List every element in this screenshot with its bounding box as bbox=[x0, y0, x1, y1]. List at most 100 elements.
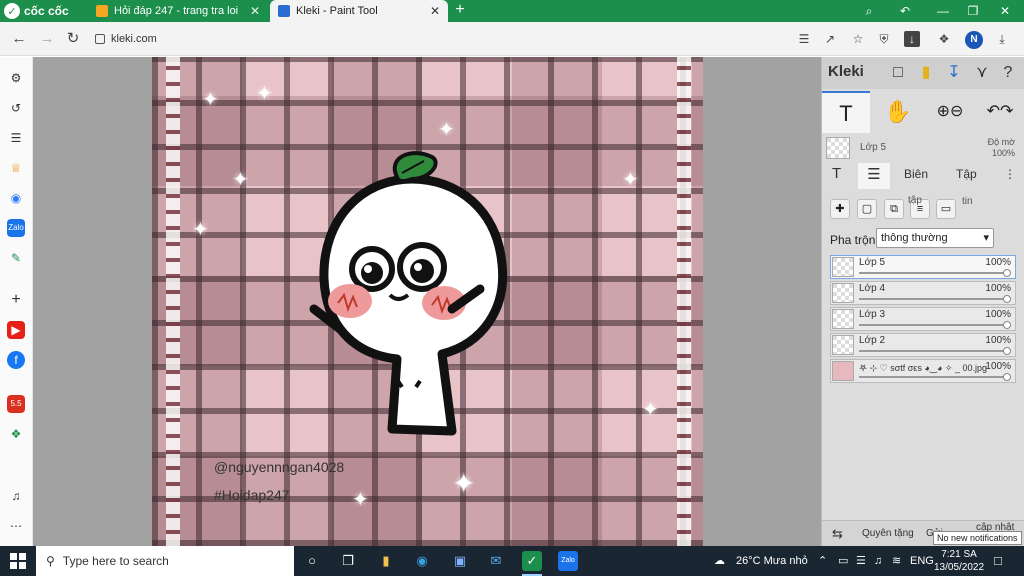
restore-button[interactable]: ❐ bbox=[964, 2, 982, 20]
tab-kleki[interactable]: Kleki - Paint Tool ✕ bbox=[270, 0, 448, 22]
close-icon[interactable]: ✕ bbox=[250, 4, 260, 18]
action-center-icon[interactable]: □ bbox=[994, 546, 1002, 576]
layers-stack-icon[interactable]: ☰ bbox=[858, 163, 890, 189]
taskbar-clock[interactable]: 7:21 SA 13/05/2022 bbox=[934, 548, 984, 574]
new-tab-button[interactable]: + bbox=[452, 1, 468, 19]
back-button[interactable]: ← bbox=[10, 30, 28, 48]
tab-edit[interactable]: Biên bbox=[904, 167, 928, 181]
notifications-bell-icon[interactable]: ♫ bbox=[7, 487, 25, 505]
tab-hoidap247[interactable]: Hỏi đáp 247 - trang tra loi ✕ bbox=[88, 0, 268, 22]
tab-file[interactable]: Tập bbox=[956, 167, 977, 181]
reading-list-icon[interactable]: ☰ bbox=[7, 129, 25, 147]
zoom-in-out-icon[interactable]: ⊕⊖ bbox=[926, 91, 974, 133]
windows-start-icon[interactable] bbox=[10, 553, 26, 569]
shopee-sale-icon[interactable]: 5.5 bbox=[7, 395, 25, 413]
cortana-circle-icon[interactable]: ○ bbox=[302, 551, 322, 571]
reload-button[interactable]: ↻ bbox=[64, 30, 82, 48]
tray-chevron-up-icon[interactable]: ⌃ bbox=[818, 546, 827, 576]
layer-row[interactable]: Lớp 2 100% bbox=[830, 333, 1016, 357]
slider-knob[interactable] bbox=[1003, 295, 1011, 303]
shield-icon[interactable]: ⛨ bbox=[876, 31, 892, 47]
layer-opacity-slider[interactable] bbox=[859, 298, 1005, 300]
coccoc-brand[interactable]: ✓ cốc cốc bbox=[4, 2, 69, 20]
delete-layer-button[interactable]: ▢ bbox=[857, 199, 877, 219]
slider-knob[interactable] bbox=[1003, 269, 1011, 277]
crown-icon[interactable]: ♕ bbox=[7, 159, 25, 177]
file-explorer-icon[interactable]: ▮ bbox=[376, 551, 396, 571]
messenger-icon[interactable]: ◉ bbox=[7, 189, 25, 207]
layer-row[interactable]: Lớp 3 100% bbox=[830, 307, 1016, 331]
extensions-icon[interactable]: ❖ bbox=[936, 31, 952, 47]
bookmark-star-icon[interactable]: ☆ bbox=[850, 31, 866, 47]
taskbar-search-field[interactable]: ⚲ Type here to search bbox=[36, 546, 294, 576]
edge-browser-icon[interactable]: ◉ bbox=[412, 551, 432, 571]
slider-knob[interactable] bbox=[1003, 373, 1011, 381]
address-field[interactable]: kleki.com bbox=[95, 28, 795, 50]
network-icon[interactable]: ☰ bbox=[856, 546, 866, 576]
layer-row[interactable]: Lớp 4 100% bbox=[830, 281, 1016, 305]
rename-layer-button[interactable]: ▭ bbox=[936, 199, 956, 219]
kleki-logo[interactable]: Kleki bbox=[828, 63, 864, 80]
slider-knob[interactable] bbox=[1003, 347, 1011, 355]
add-sidebar-app-icon[interactable]: + bbox=[7, 291, 25, 309]
battery-icon[interactable]: ▭ bbox=[838, 546, 848, 576]
coccoc-taskbar-icon[interactable]: ✓ bbox=[522, 551, 542, 576]
facebook-icon[interactable]: f bbox=[7, 351, 25, 369]
task-view-icon[interactable]: ❐ bbox=[338, 551, 358, 571]
download-icon[interactable]: ↓ bbox=[904, 31, 920, 47]
undo-redo-icon[interactable]: ↶↷ bbox=[976, 91, 1024, 133]
share-icon[interactable]: ↗ bbox=[822, 31, 838, 47]
url-text: kleki.com bbox=[111, 33, 157, 45]
minimize-button[interactable]: — bbox=[934, 2, 952, 20]
sparkle-icon: ✦ bbox=[452, 468, 476, 499]
tab-text-tool[interactable]: T bbox=[832, 165, 841, 182]
weather-text[interactable]: 26°C Mưa nhỏ bbox=[736, 546, 808, 576]
settings-gear-icon[interactable]: ⚙ bbox=[7, 69, 25, 87]
canvas-workspace[interactable]: ✦ ✦ ✦ ✦ ✦ ✦ ✦ ✦ ✦ @nguyennngan4028 #Hoid… bbox=[33, 57, 821, 546]
help-icon[interactable]: ? bbox=[998, 63, 1018, 83]
save-download-icon[interactable]: ↧ bbox=[944, 63, 964, 83]
share-icon[interactable]: ⋎ bbox=[972, 63, 992, 83]
store-icon[interactable]: ▣ bbox=[450, 551, 470, 571]
duplicate-layer-button[interactable]: ⧉ bbox=[884, 199, 904, 219]
history-icon[interactable]: ↺ bbox=[7, 99, 25, 117]
tab-title: Kleki - Paint Tool bbox=[296, 5, 378, 17]
weather-cloud-icon[interactable]: ☁ bbox=[714, 546, 725, 576]
game-controller-icon[interactable]: ✎ bbox=[7, 249, 25, 267]
zalo-icon[interactable]: Zalo bbox=[7, 219, 25, 237]
downloads-icon[interactable]: ⤓ bbox=[994, 31, 1010, 47]
donate-link[interactable]: Quyên tặng bbox=[862, 528, 914, 539]
swap-arrows-icon[interactable]: ⇆ bbox=[832, 526, 843, 542]
open-folder-icon[interactable]: ▮ bbox=[916, 63, 936, 83]
text-tool-button[interactable]: T bbox=[822, 91, 870, 133]
layer-row[interactable]: Lớp 5 100% bbox=[830, 255, 1016, 279]
mail-icon[interactable]: ✉ bbox=[486, 551, 506, 571]
drawing-canvas[interactable]: ✦ ✦ ✦ ✦ ✦ ✦ ✦ ✦ ✦ @nguyennngan4028 #Hoid… bbox=[152, 57, 703, 546]
slider-knob[interactable] bbox=[1003, 321, 1011, 329]
coccoc-pin-icon[interactable]: ❖ bbox=[7, 425, 25, 443]
hand-tool-icon[interactable]: ✋ bbox=[874, 91, 922, 133]
blend-mode-select[interactable]: thông thường bbox=[876, 228, 994, 248]
layer-opacity-slider[interactable] bbox=[859, 350, 1005, 352]
profile-avatar[interactable]: N bbox=[965, 31, 983, 49]
volume-icon[interactable]: ♫ bbox=[874, 546, 882, 576]
layer-opacity-slider[interactable] bbox=[859, 324, 1005, 326]
add-layer-button[interactable]: ✚ bbox=[830, 199, 850, 219]
layer-row[interactable]: 𖤐 ⊹ ♡ sσtf σεs ◕‿◕ ✧ _ 00.jpg 100% bbox=[830, 359, 1016, 383]
hoidap-favicon-icon bbox=[96, 5, 108, 17]
wifi-icon[interactable]: ≋ bbox=[892, 546, 901, 576]
new-image-icon[interactable]: □ bbox=[888, 63, 908, 83]
language-indicator[interactable]: ENG bbox=[910, 546, 934, 576]
more-vertical-icon[interactable]: ⋮ bbox=[1004, 167, 1016, 181]
close-window-button[interactable]: ✕ bbox=[996, 2, 1014, 20]
forward-button[interactable]: → bbox=[38, 30, 56, 48]
tab-search-icon[interactable]: ⌕ bbox=[860, 2, 878, 20]
youtube-icon[interactable]: ▶ bbox=[7, 321, 25, 339]
close-icon[interactable]: ✕ bbox=[430, 4, 440, 18]
layer-opacity-slider[interactable] bbox=[859, 272, 1005, 274]
more-options-icon[interactable]: ⋯ bbox=[7, 517, 25, 535]
zalo-taskbar-icon[interactable]: Zalo bbox=[558, 551, 578, 571]
back-history-icon[interactable]: ↶ bbox=[896, 2, 914, 20]
layer-opacity-slider[interactable] bbox=[859, 376, 1005, 378]
translate-icon[interactable]: ☰ bbox=[796, 31, 812, 47]
